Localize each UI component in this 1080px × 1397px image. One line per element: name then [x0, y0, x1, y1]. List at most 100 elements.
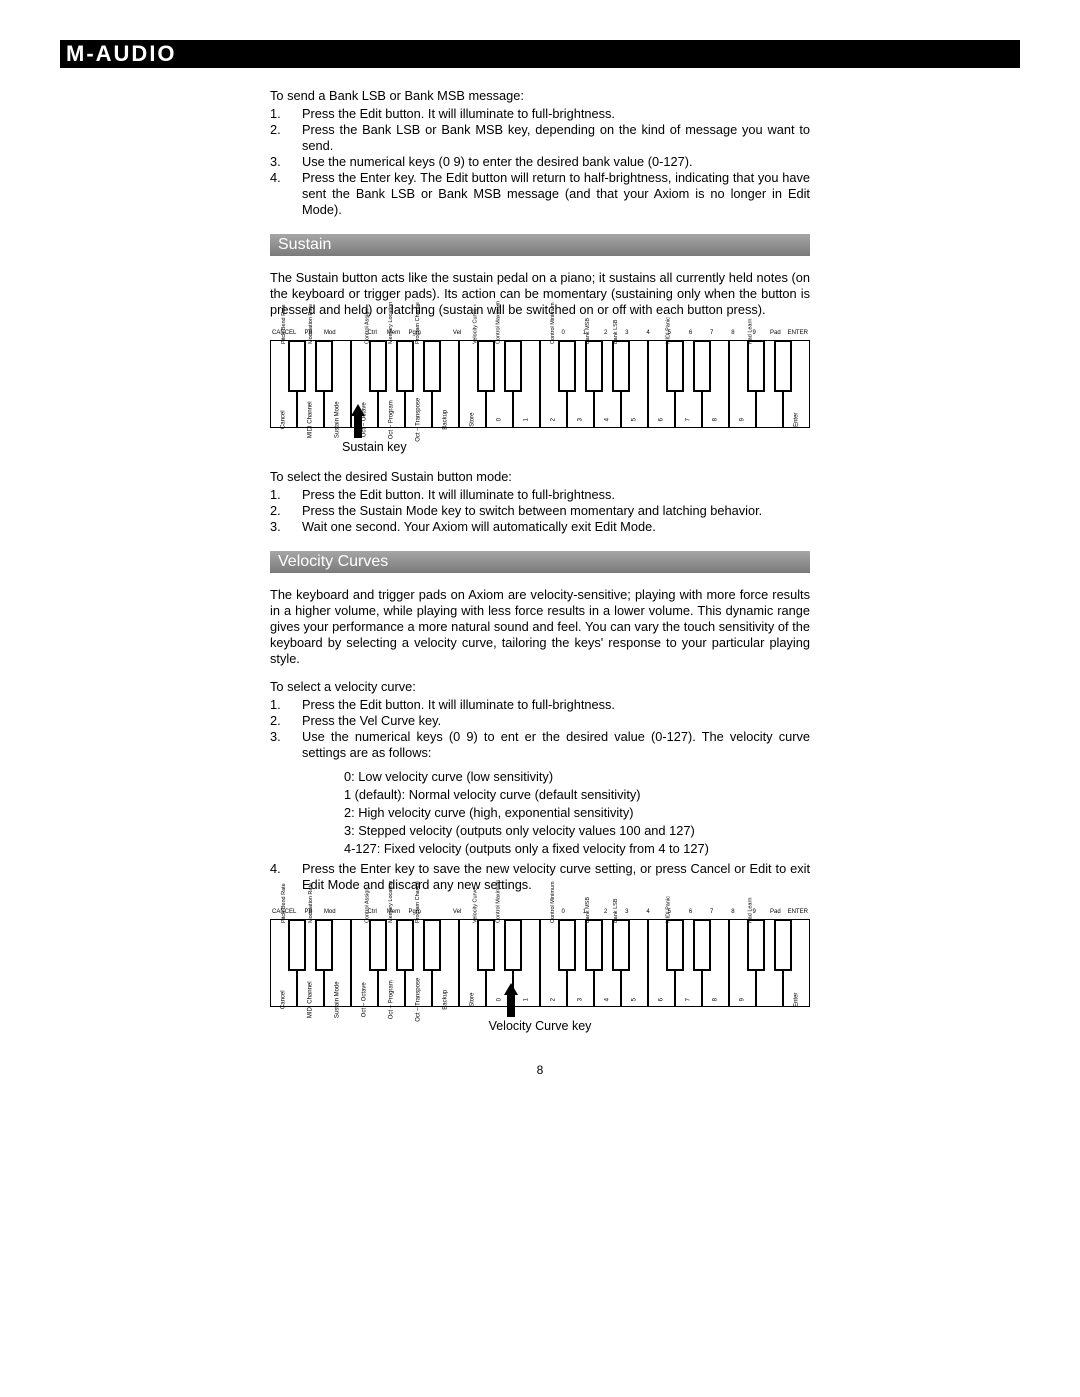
white-key-label: 1	[523, 418, 531, 421]
black-key: Pad Learn	[747, 919, 765, 971]
brand-logo: M-AUDIO	[66, 43, 177, 65]
white-key-label: Enter	[793, 413, 801, 427]
velocity-step: Press the Vel Curve key.	[302, 713, 810, 729]
white-key-label: 4	[604, 418, 612, 421]
velocity-sub: 1 (default): Normal velocity curve (defa…	[344, 787, 810, 803]
black-key: Control Assign	[369, 919, 387, 971]
velocity-step: Press the Edit button. It will illuminat…	[302, 697, 810, 713]
kb-top-label: 7	[703, 330, 721, 338]
black-key: Control Maximum	[504, 340, 522, 392]
black-key: Velocity Curve	[477, 919, 495, 971]
black-key-label: Pitch Bend Rate	[281, 883, 288, 923]
black-key: Control Assign	[369, 340, 387, 392]
kb-top-label: 8	[724, 330, 742, 338]
white-key-label: Sustain Mode	[334, 981, 342, 1018]
white-key-label: Enter	[793, 992, 801, 1006]
kb-top-label	[427, 330, 445, 338]
sustain-step: Press the Edit button. It will illuminat…	[302, 487, 810, 503]
bank-intro: To send a Bank LSB or Bank MSB message:	[270, 88, 810, 104]
black-key-label: Program Change	[415, 302, 422, 344]
white-key-label: Oct – Transpose	[415, 977, 423, 1021]
kb-top-label: Vel	[448, 330, 466, 338]
pointer-arrow-icon	[352, 404, 364, 438]
white-key-label: 2	[550, 418, 558, 421]
page-content: To send a Bank LSB or Bank MSB message: …	[60, 88, 1020, 1078]
black-key-label: Pitch Bend Rate	[281, 304, 288, 344]
kb-top-label: Mod	[321, 909, 339, 917]
bank-step: Press the Enter key. The Edit button wil…	[302, 170, 810, 218]
white-key-label: Oct – Program	[388, 980, 396, 1019]
black-key-label: Bank MSB	[585, 897, 592, 923]
sustain-step: Wait one second. Your Axiom will automat…	[302, 519, 810, 535]
black-key-label: Bank MSB	[585, 318, 592, 344]
velocity-diagram-caption: Velocity Curve key	[270, 1019, 810, 1035]
black-key-label: MIDI Panic	[666, 896, 673, 923]
black-key-label: Control Assign	[364, 888, 371, 923]
velocity-steps: 1.Press the Edit button. It will illumin…	[270, 697, 810, 761]
keyboard-diagram-velocity: CANCELPBModCtrlMemPgmVel0123456789PadENT…	[270, 909, 810, 1013]
manual-page: M-AUDIO To send a Bank LSB or Bank MSB m…	[60, 0, 1020, 1098]
white-key-label: 6	[658, 998, 666, 1001]
kb-top-label: 3	[618, 330, 636, 338]
black-key: Modulation Rate	[315, 919, 333, 971]
white-key-label: 8	[712, 998, 720, 1001]
white-key-label: 0	[496, 998, 504, 1001]
black-key-label: Modulation Rate	[308, 883, 315, 923]
black-key-label: Control Minimum	[550, 302, 557, 344]
kb-top-label: 7	[703, 909, 721, 917]
black-key-label: Control Maximum	[495, 880, 502, 923]
black-key-label: Bank LSB	[613, 319, 620, 343]
kb-top-label: 4	[639, 330, 657, 338]
black-key	[693, 340, 711, 392]
black-key: Program Change	[423, 919, 441, 971]
sustain-para: The Sustain button acts like the sustain…	[270, 270, 810, 318]
black-key: Modulation Rate	[315, 340, 333, 392]
velocity-sub: 4-127: Fixed velocity (outputs only a fi…	[344, 841, 810, 857]
black-key	[774, 919, 792, 971]
black-key-label: Velocity Curve	[472, 888, 479, 923]
black-key: Program Change	[423, 340, 441, 392]
white-key-label: Backup	[442, 989, 450, 1009]
black-key-label: Memory Location	[388, 302, 395, 344]
kb-top-label: ENTER	[788, 330, 808, 338]
kb-top-label: 6	[682, 909, 700, 917]
kb-top-label	[427, 909, 445, 917]
sustain-step: Press the Sustain Mode key to switch bet…	[302, 503, 810, 519]
velocity-sub: 2: High velocity curve (high, exponentia…	[344, 805, 810, 821]
black-key-label: Bank LSB	[613, 899, 620, 923]
white-key-label: 4	[604, 998, 612, 1001]
white-key-label: 7	[685, 418, 693, 421]
black-key: Memory Location	[396, 919, 414, 971]
kb-top-label	[533, 909, 551, 917]
white-key-label: Backup	[442, 410, 450, 430]
kb-top-label: 8	[724, 909, 742, 917]
white-key-label: 9	[739, 998, 747, 1001]
black-key-label: Control Minimum	[550, 882, 557, 924]
velocity-steps-cont: 4.Press the Enter key to save the new ve…	[270, 861, 810, 893]
kb-top-label: 6	[682, 330, 700, 338]
black-key: Bank MSB	[585, 340, 603, 392]
white-key-label: Oct – Program	[388, 401, 396, 440]
sustain-diagram-caption: Sustain key	[342, 440, 810, 456]
black-key: Memory Location	[396, 340, 414, 392]
white-key-label: Sustain Mode	[334, 402, 342, 439]
black-key: Bank MSB	[585, 919, 603, 971]
white-key-label: Store	[469, 992, 477, 1006]
white-key-label: 1	[523, 998, 531, 1001]
black-key: Control Maximum	[504, 919, 522, 971]
velocity-sub: 3: Stepped velocity (outputs only veloci…	[344, 823, 810, 839]
black-key-label: Pad Learn	[747, 318, 754, 343]
black-key: MIDI Panic	[666, 919, 684, 971]
white-key-label: MIDI Channel	[307, 402, 315, 439]
white-key-label: Oct – Octave	[361, 982, 369, 1017]
kb-top-label: Pad	[766, 330, 784, 338]
white-key-label: 9	[739, 418, 747, 421]
velocity-sub: 0: Low velocity curve (low sensitivity)	[344, 769, 810, 785]
kb-top-label: Pad	[766, 909, 784, 917]
black-key	[774, 340, 792, 392]
velocity-step: Use the numerical keys (0 9) to ent er t…	[302, 729, 810, 761]
black-key: Pad Learn	[747, 340, 765, 392]
velocity-steps-intro: To select a velocity curve:	[270, 679, 810, 695]
white-key-label: Store	[469, 413, 477, 427]
black-key-label: Control Assign	[364, 308, 371, 343]
